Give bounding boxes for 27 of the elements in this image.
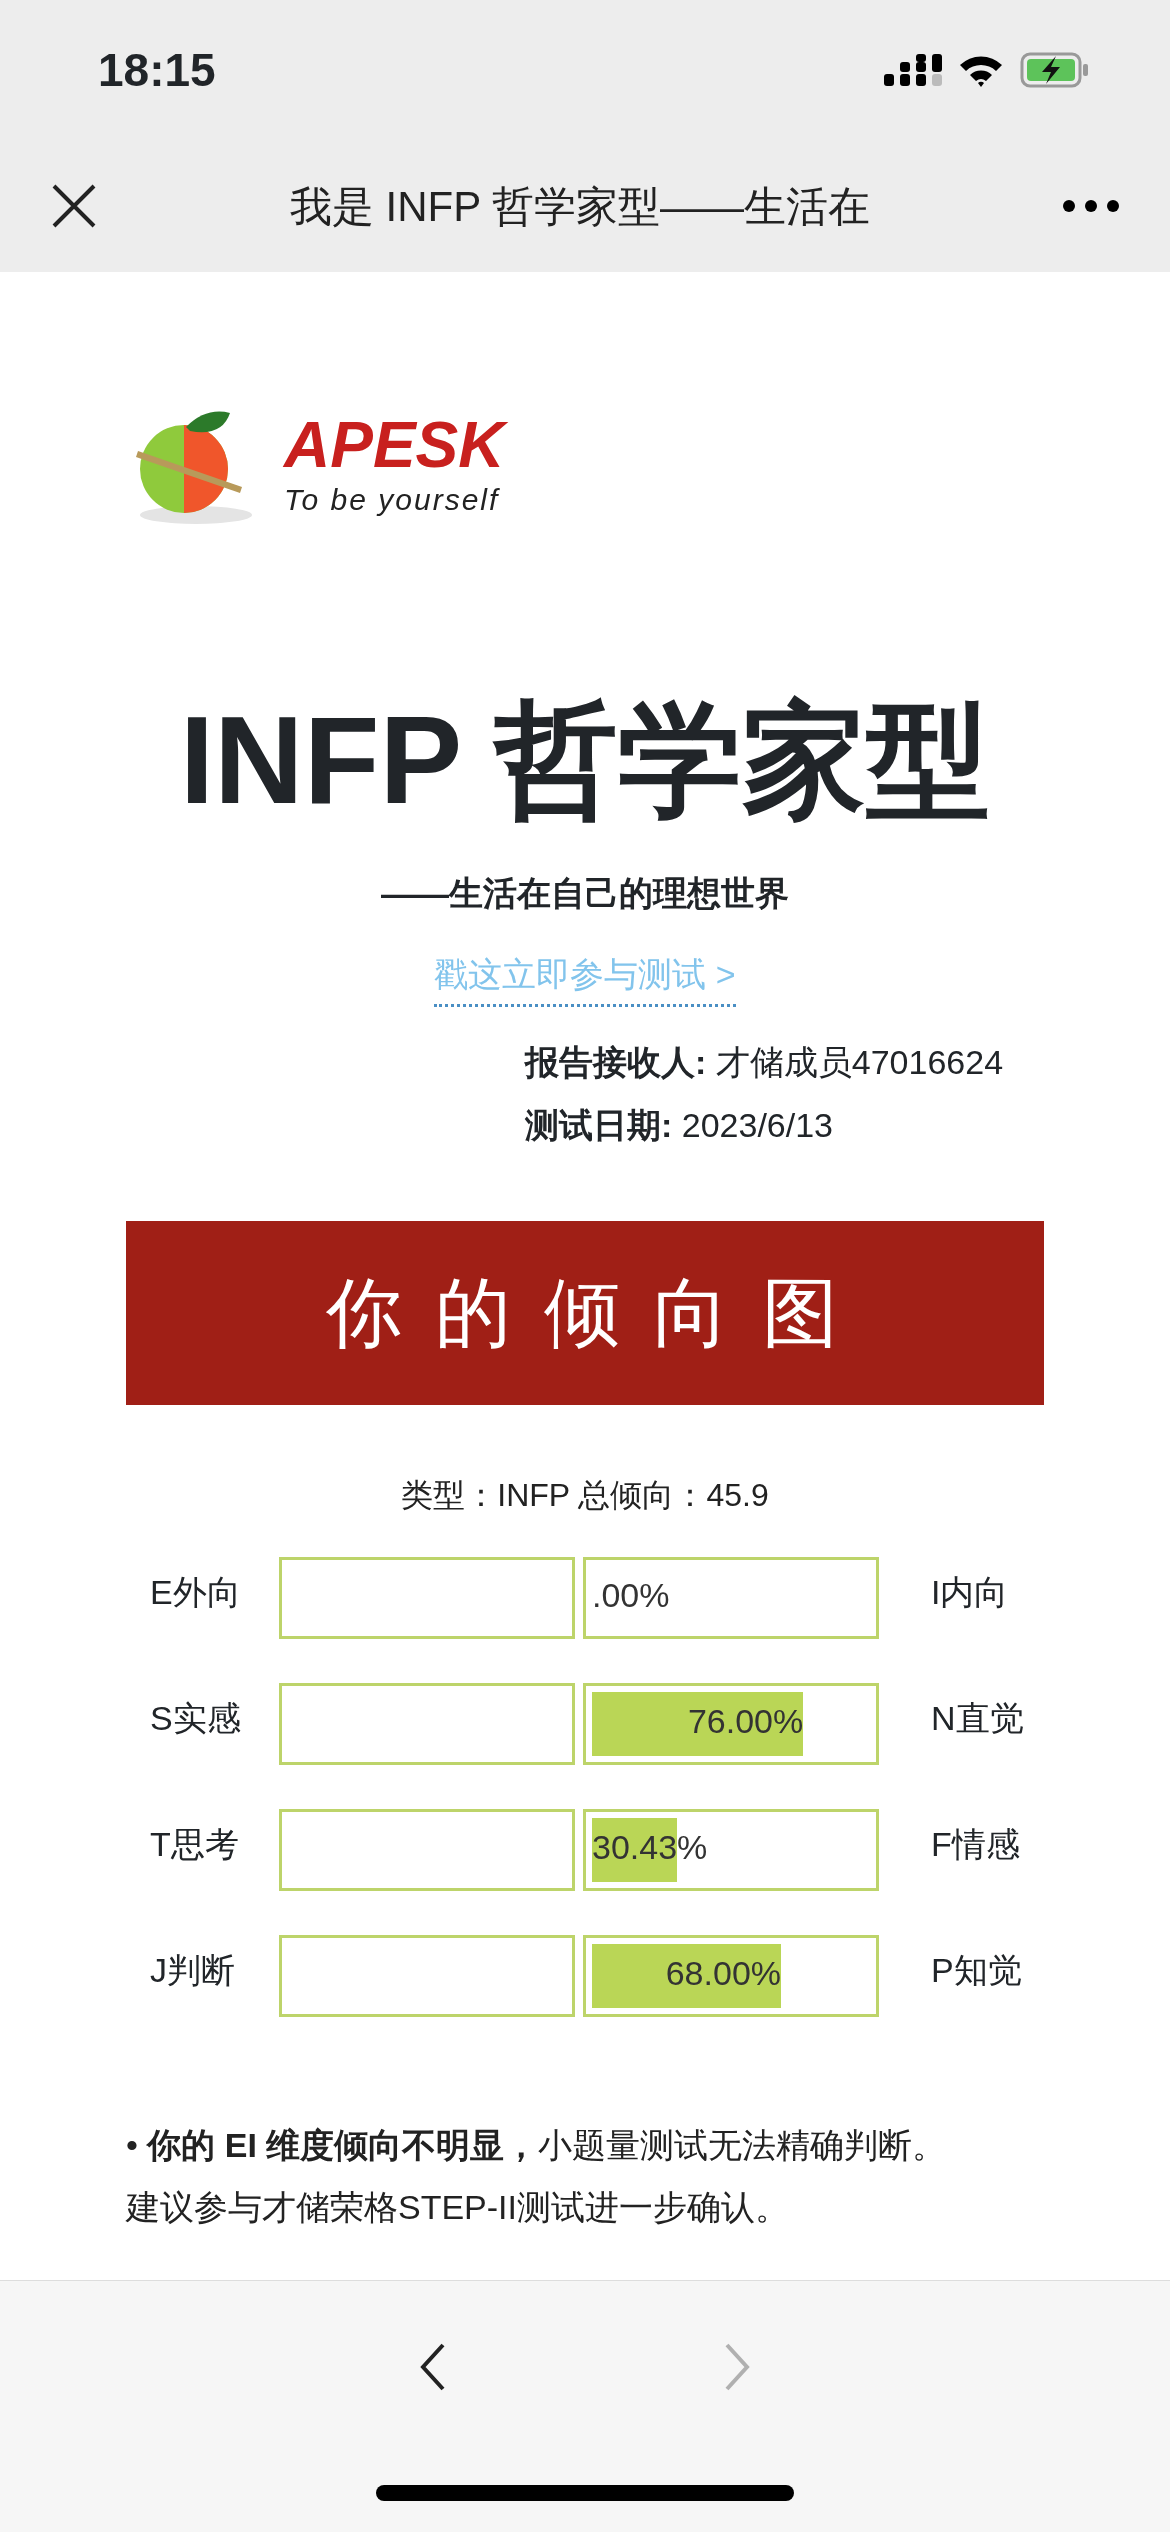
close-icon[interactable] bbox=[50, 182, 98, 230]
percent-reading: 76.00% bbox=[686, 1701, 804, 1743]
signal-icon bbox=[884, 52, 942, 88]
dimension-label: E外向 bbox=[150, 1572, 242, 1614]
dimension-label: I内向 bbox=[931, 1572, 1010, 1614]
report-title: INFP 哲学家型 bbox=[179, 692, 991, 829]
status-time: 18:15 bbox=[98, 42, 216, 98]
dimension-label: F情感 bbox=[931, 1824, 1021, 1866]
dimension-label: S实感 bbox=[150, 1698, 242, 1740]
wifi-icon bbox=[958, 53, 1004, 87]
type-summary: 类型：INFP 总倾向：45.9 bbox=[401, 1477, 769, 1514]
percent-reading: .00% bbox=[592, 1575, 670, 1617]
dimension-label: T思考 bbox=[150, 1824, 240, 1866]
report-subtitle: ——生活在自己的理想世界 bbox=[381, 873, 789, 915]
take-test-link[interactable]: 戳这立即参与测试 > bbox=[434, 949, 736, 1008]
dimension-label: P知觉 bbox=[931, 1950, 1023, 1992]
section-banner: 你 的 倾 向 图 bbox=[126, 1221, 1044, 1406]
page-title: 我是 INFP 哲学家型——生活在 bbox=[289, 181, 871, 232]
dimension-label: N直觉 bbox=[931, 1698, 1025, 1740]
percent-reading: 68.00% bbox=[664, 1953, 782, 1995]
note-paragraph: • 你的 EI 维度倾向不明显，小题量测试无法精确判断。 建议参与才储荣格STEP-II测试进一步确认。 bbox=[126, 2125, 948, 2228]
logo-slogan: To be yourself bbox=[284, 481, 501, 518]
dimension-label: J判断 bbox=[150, 1950, 236, 1992]
more-icon[interactable] bbox=[1062, 199, 1120, 213]
recipient-text: 报告接收人: 才储成员47016624 bbox=[525, 1042, 1005, 1084]
battery-charging-icon bbox=[1020, 52, 1090, 88]
test-date-text: 测试日期: 2023/6/13 bbox=[525, 1105, 835, 1147]
